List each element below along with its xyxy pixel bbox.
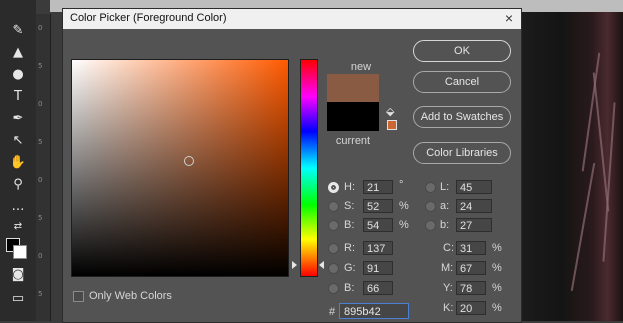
percent-unit: % bbox=[492, 282, 502, 294]
web-safe-warning-icon[interactable]: ⬙ bbox=[386, 105, 394, 118]
b-channel-label: b: bbox=[440, 219, 450, 231]
blob-icon[interactable]: ● bbox=[7, 66, 29, 84]
lightness-radio[interactable] bbox=[425, 182, 436, 193]
hue-slider-left-arrow[interactable] bbox=[292, 261, 297, 269]
color-field[interactable] bbox=[71, 59, 289, 277]
canvas-image bbox=[520, 12, 623, 321]
green-field[interactable]: 91 bbox=[363, 261, 393, 275]
current-color-label: current bbox=[335, 135, 371, 147]
hue-slider-right-arrow[interactable] bbox=[319, 261, 324, 269]
select-icon[interactable]: ↖ bbox=[7, 132, 29, 150]
hue-radio[interactable] bbox=[328, 182, 339, 193]
quickmask-icon[interactable]: ◙ bbox=[7, 266, 29, 284]
dialog-title: Color Picker (Foreground Color) bbox=[70, 12, 227, 24]
yellow-field[interactable]: 78 bbox=[456, 281, 486, 295]
add-to-swatches-button[interactable]: Add to Swatches bbox=[413, 106, 511, 128]
lightness-label: L: bbox=[440, 181, 450, 193]
zoom-icon[interactable]: ⚲ bbox=[7, 176, 29, 194]
brightness-label: B: bbox=[344, 219, 355, 231]
magenta-label: M: bbox=[441, 262, 454, 274]
lightness-field[interactable]: 45 bbox=[456, 180, 492, 194]
hand-icon[interactable]: ✋ bbox=[7, 154, 29, 172]
screenmode-icon[interactable]: ▭ bbox=[7, 290, 29, 308]
ruler-mark: 0 bbox=[38, 24, 43, 32]
cancel-button[interactable]: Cancel bbox=[413, 71, 511, 93]
hex-hash-label: # bbox=[329, 306, 336, 318]
a-channel-radio[interactable] bbox=[425, 201, 436, 212]
hue-label: H: bbox=[344, 181, 355, 193]
brightness-radio[interactable] bbox=[328, 220, 339, 231]
cyan-label: C: bbox=[443, 242, 454, 254]
magenta-field[interactable]: 67 bbox=[456, 261, 486, 275]
ruler-mark: 5 bbox=[38, 62, 43, 70]
current-color-swatch[interactable] bbox=[327, 102, 379, 131]
yellow-label: Y: bbox=[443, 282, 453, 294]
b-channel-radio[interactable] bbox=[425, 220, 436, 231]
a-channel-label: a: bbox=[440, 200, 450, 212]
only-web-colors-label: Only Web Colors bbox=[89, 290, 172, 302]
ruler-mark: 0 bbox=[38, 176, 43, 184]
only-web-colors-checkbox[interactable] bbox=[73, 291, 84, 302]
green-radio[interactable] bbox=[328, 263, 339, 274]
blue-label: B: bbox=[344, 282, 355, 294]
more-icon[interactable]: … bbox=[7, 198, 29, 216]
triangle-icon[interactable]: ▲ bbox=[7, 44, 29, 62]
a-channel-field[interactable]: 24 bbox=[456, 199, 492, 213]
tools-panel: ✎ ▲ ● T ✒ ↖ ✋ ⚲ … ⇄ ◙ ▭ bbox=[0, 0, 36, 321]
saturation-radio[interactable] bbox=[328, 201, 339, 212]
hue-field[interactable]: 21 bbox=[363, 180, 393, 194]
red-field[interactable]: 137 bbox=[363, 241, 393, 255]
ruler-mark: 5 bbox=[38, 214, 43, 222]
saturation-label: S: bbox=[344, 200, 355, 212]
percent-unit: % bbox=[492, 242, 502, 254]
ruler-mark: 5 bbox=[38, 138, 43, 146]
degree-unit: ° bbox=[399, 179, 404, 191]
brightness-field[interactable]: 54 bbox=[363, 218, 393, 232]
percent-unit: % bbox=[399, 200, 409, 212]
saturation-field[interactable]: 52 bbox=[363, 199, 393, 213]
ruler-mark: 0 bbox=[38, 100, 43, 108]
percent-unit: % bbox=[492, 302, 502, 314]
dialog-titlebar[interactable]: Color Picker (Foreground Color) × bbox=[63, 9, 521, 29]
percent-unit: % bbox=[399, 219, 409, 231]
hue-slider[interactable] bbox=[300, 59, 318, 277]
brush-icon[interactable]: ✎ bbox=[7, 22, 29, 40]
color-libraries-button[interactable]: Color Libraries bbox=[413, 142, 511, 164]
percent-unit: % bbox=[492, 262, 502, 274]
text-icon[interactable]: T bbox=[7, 88, 29, 106]
web-safe-color-swatch[interactable] bbox=[387, 120, 397, 130]
vertical-ruler: 0 5 0 5 0 5 0 5 bbox=[36, 14, 51, 321]
ruler-mark: 0 bbox=[38, 252, 43, 260]
b-channel-field[interactable]: 27 bbox=[456, 218, 492, 232]
hex-field[interactable]: 895b42 bbox=[339, 303, 409, 319]
color-field-marker[interactable] bbox=[184, 156, 194, 166]
blue-radio[interactable] bbox=[328, 283, 339, 294]
new-color-label: new bbox=[350, 61, 372, 73]
red-radio[interactable] bbox=[328, 243, 339, 254]
color-picker-dialog: Color Picker (Foreground Color) × new cu… bbox=[62, 8, 522, 323]
background-color-swatch[interactable] bbox=[13, 245, 27, 259]
black-field[interactable]: 20 bbox=[456, 301, 486, 315]
red-label: R: bbox=[344, 242, 355, 254]
pen-icon[interactable]: ✒ bbox=[7, 110, 29, 128]
close-icon[interactable]: × bbox=[505, 10, 513, 26]
ok-button[interactable]: OK bbox=[413, 40, 511, 62]
ruler-mark: 5 bbox=[38, 290, 43, 298]
blue-field[interactable]: 66 bbox=[363, 281, 393, 295]
new-color-swatch bbox=[327, 74, 379, 102]
color-swap-icon[interactable]: ⇄ bbox=[7, 218, 29, 236]
cyan-field[interactable]: 31 bbox=[456, 241, 486, 255]
black-label: K: bbox=[443, 302, 454, 314]
green-label: G: bbox=[344, 262, 356, 274]
